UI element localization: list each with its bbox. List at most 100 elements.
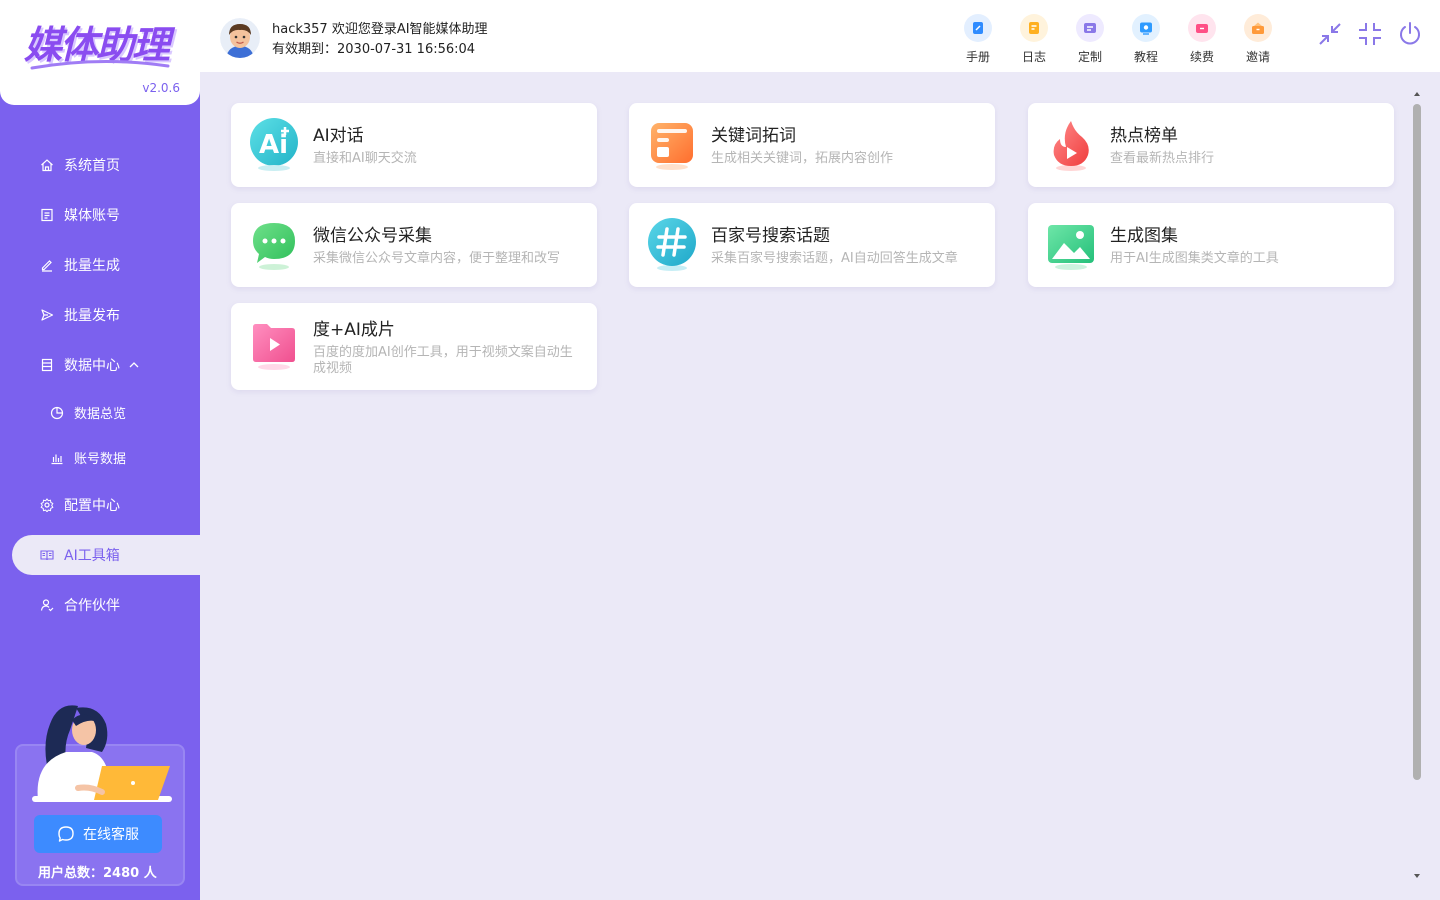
sidebar-item-batch-publish[interactable]: 批量发布 [0, 290, 200, 340]
main-scrollbar[interactable] [1410, 88, 1424, 886]
card-desc: 百度的度加AI创作工具，用于视频文案自动生成视频 [313, 345, 573, 376]
tool-card-wechat[interactable]: 微信公众号采集 采集微信公众号文章内容，便于整理和改写 [231, 203, 597, 287]
sidebar-item-label: 媒体账号 [64, 208, 120, 224]
sidebar-item-data-center[interactable]: 数据中心 [0, 340, 200, 390]
logo-area: 媒体助理 v2.0.6 [0, 0, 200, 105]
wechat-icon [253, 223, 295, 270]
logo-swoosh-icon [30, 59, 170, 70]
invite-icon [1244, 14, 1272, 42]
sidebar-item-partners[interactable]: 合作伙伴 [0, 580, 200, 630]
log-button[interactable]: 日志 [1006, 14, 1062, 65]
top-header: hack357 欢迎您登录AI智能媒体助理 有效期到：2030-07-31 16… [200, 0, 1440, 72]
scroll-down-icon[interactable] [1413, 872, 1421, 880]
tutorial-icon [1132, 14, 1160, 42]
custom-icon [1076, 14, 1104, 42]
invite-button[interactable]: 邀请 [1230, 14, 1286, 65]
card-desc: 采集微信公众号文章内容，便于整理和改写 [313, 251, 561, 266]
manual-icon [964, 14, 992, 42]
card-title: 关键词拓词 [711, 126, 796, 146]
expire-date: 有效期到：2030-07-31 16:56:04 [272, 42, 476, 57]
app-version: v2.0.6 [142, 81, 180, 95]
hot-icon [1053, 121, 1089, 171]
tutorial-label: 教程 [1133, 50, 1158, 64]
minimize-arrows-icon [1319, 23, 1341, 45]
chevron-up-icon [129, 362, 139, 368]
manual-button[interactable]: 手册 [950, 14, 1006, 65]
welcome-text: hack357 欢迎您登录AI智能媒体助理 [272, 22, 488, 37]
sidebar-item-home[interactable]: 系统首页 [0, 140, 200, 190]
sidebar-item-label: 账号数据 [74, 452, 127, 467]
user-count: 用户总数：2480 人 [38, 866, 157, 881]
card-desc: 直接和AI聊天交流 [313, 151, 417, 166]
custom-button[interactable]: 定制 [1062, 14, 1118, 65]
card-title: 热点榜单 [1110, 126, 1178, 146]
partner-icon [40, 598, 54, 612]
manual-label: 手册 [965, 50, 990, 64]
home-icon [40, 158, 54, 172]
tool-card-ai-chat[interactable]: Ai AI对话 直接和AI聊天交流 [231, 103, 597, 187]
sidebar-item-label: 批量发布 [64, 308, 120, 324]
invite-label: 邀请 [1245, 50, 1270, 64]
renew-icon [1188, 14, 1216, 42]
sidebar-item-batch-generate[interactable]: 批量生成 [0, 240, 200, 290]
tutorial-button[interactable]: 教程 [1118, 14, 1174, 65]
power-button[interactable] [1396, 20, 1424, 48]
header-toolbar: 手册 日志 定制 教程 续费 邀请 [950, 14, 1286, 65]
sidebar-item-label: 配置中心 [64, 498, 120, 514]
avatar[interactable] [220, 18, 260, 58]
gallery-icon [1048, 225, 1094, 270]
book-icon [40, 548, 54, 562]
sidebar-item-account-data[interactable]: 账号数据 [0, 435, 200, 480]
card-title: 微信公众号采集 [313, 226, 432, 246]
scroll-up-icon[interactable] [1413, 90, 1421, 98]
sidebar-nav: 系统首页 媒体账号 批量生成 批量发布 数据中心 数据总览 账号数据 配置中心 … [0, 140, 200, 630]
online-support-button[interactable]: 在线客服 [34, 815, 162, 853]
sidebar-item-config-center[interactable]: 配置中心 [0, 480, 200, 530]
sidebar-item-ai-toolbox[interactable]: AI工具箱 [12, 535, 200, 575]
user-avatar-icon [220, 18, 260, 58]
support-illustration-icon [32, 705, 172, 802]
tool-card-gallery[interactable]: 生成图集 用于AI生成图集类文章的工具 [1028, 203, 1394, 287]
card-desc: 采集百家号搜索话题，AI自动回答生成文章 [711, 251, 958, 266]
sidebar-item-data-overview[interactable]: 数据总览 [0, 390, 200, 435]
video-icon [253, 324, 295, 370]
scrollbar-thumb[interactable] [1413, 104, 1421, 780]
gear-icon [40, 498, 54, 512]
exit-fullscreen-button[interactable] [1356, 20, 1384, 48]
svg-text:Ai: Ai [259, 130, 288, 160]
tool-card-keyword[interactable]: 关键词拓词 生成相关关键词，拓展内容创作 [629, 103, 995, 187]
card-desc: 生成相关关键词，拓展内容创作 [711, 151, 894, 166]
pie-icon [50, 406, 64, 420]
minimize-button[interactable] [1316, 20, 1344, 48]
main-content: Ai AI对话 直接和AI聊天交流 关键词拓词 生成相关关键词，拓展内容创作 热… [200, 72, 1440, 900]
tool-card-du-ai-video[interactable]: 度+AI成片 百度的度加AI创作工具，用于视频文案自动生成视频 [231, 303, 597, 390]
edit-icon [40, 258, 54, 272]
sidebar-item-label: 批量生成 [64, 258, 120, 274]
renew-button[interactable]: 续费 [1174, 14, 1230, 65]
sidebar: 媒体助理 v2.0.6 系统首页 媒体账号 批量生成 批量发布 数据中心 数据总… [0, 0, 200, 900]
sidebar-item-label: 数据总览 [74, 407, 127, 422]
tool-card-hot-list[interactable]: 热点榜单 查看最新热点排行 [1028, 103, 1394, 187]
card-desc: 用于AI生成图集类文章的工具 [1110, 251, 1279, 266]
card-desc: 查看最新热点排行 [1110, 151, 1215, 166]
card-title: 百家号搜索话题 [711, 226, 830, 246]
sidebar-item-label: 系统首页 [64, 158, 120, 174]
tool-card-baijiahao[interactable]: 百家号搜索话题 采集百家号搜索话题，AI自动回答生成文章 [629, 203, 995, 287]
renew-label: 续费 [1189, 50, 1214, 64]
hashtag-icon [648, 218, 696, 271]
bar-chart-icon [50, 451, 64, 465]
card-title: AI对话 [313, 126, 364, 146]
sidebar-item-media-account[interactable]: 媒体账号 [0, 190, 200, 240]
window-controls [1304, 20, 1424, 48]
custom-label: 定制 [1077, 50, 1102, 64]
data-icon [40, 358, 54, 372]
card-title: 度+AI成片 [313, 320, 395, 340]
card-title: 生成图集 [1110, 226, 1178, 246]
power-icon [1400, 22, 1420, 45]
log-label: 日志 [1021, 50, 1046, 64]
online-support-label: 在线客服 [83, 826, 139, 842]
log-icon [1020, 14, 1048, 42]
sidebar-item-label: AI工具箱 [64, 548, 120, 564]
sidebar-item-label: 数据中心 [64, 358, 120, 374]
send-icon [40, 308, 54, 322]
